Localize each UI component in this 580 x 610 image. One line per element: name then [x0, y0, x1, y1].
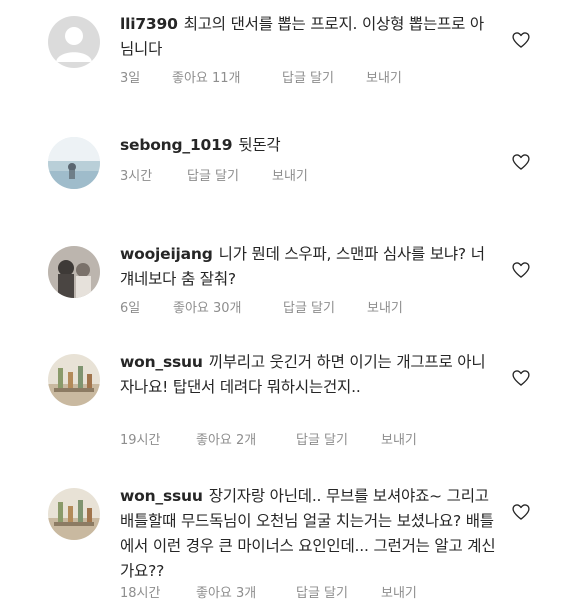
heart-icon[interactable]: [511, 368, 531, 388]
send-button[interactable]: 보내기: [366, 67, 402, 86]
comment-meta: 18시간 좋아요 3개 답글 달기 보내기: [120, 582, 417, 601]
comment-text: 뒷돈각: [238, 136, 281, 154]
send-button[interactable]: 보내기: [367, 297, 403, 316]
reply-button[interactable]: 답글 달기: [296, 429, 381, 448]
reply-button[interactable]: 답글 달기: [282, 67, 366, 86]
avatar[interactable]: [48, 488, 100, 540]
comment-meta: 19시간 좋아요 2개 답글 달기 보내기: [120, 429, 417, 448]
comment-time: 3시간: [120, 169, 153, 184]
heart-icon[interactable]: [511, 260, 531, 280]
cafe-photo-avatar-icon: [48, 354, 100, 406]
comment-username[interactable]: won_ssuu: [120, 487, 203, 505]
comment-text-block: won_ssuu 끼부리고 웃긴거 하면 이기는 개그프로 아니자나요! 탑댄서 …: [120, 350, 495, 400]
send-button[interactable]: 보내기: [381, 429, 417, 448]
comment-time: 6일: [120, 301, 141, 316]
send-button[interactable]: 보내기: [381, 582, 417, 601]
avatar[interactable]: [48, 246, 100, 298]
comment-likes[interactable]: 좋아요 30개: [173, 297, 283, 316]
comment-username[interactable]: sebong_1019: [120, 136, 233, 154]
send-button[interactable]: 보내기: [272, 165, 308, 184]
reply-button[interactable]: 답글 달기: [296, 582, 381, 601]
avatar[interactable]: [48, 354, 100, 406]
people-photo-avatar-icon: [48, 246, 100, 298]
comment-likes[interactable]: 좋아요 3개: [196, 582, 296, 601]
comment-meta: 6일 좋아요 30개 답글 달기 보내기: [120, 297, 403, 316]
comment-username[interactable]: lli7390: [120, 15, 178, 33]
comment-text-block: lli7390 최고의 댄서를 뽑는 프로지. 이상형 뽑는프로 아님니다: [120, 12, 495, 62]
comment-meta: 3일 좋아요 11개 답글 달기 보내기: [120, 67, 402, 86]
heart-icon[interactable]: [511, 152, 531, 172]
heart-icon[interactable]: [511, 30, 531, 50]
avatar[interactable]: [48, 16, 100, 68]
comment-likes[interactable]: 좋아요 2개: [196, 429, 296, 448]
comment-likes[interactable]: 좋아요 11개: [172, 67, 282, 86]
comment-text-block: sebong_1019 뒷돈각: [120, 133, 495, 158]
cafe-photo-avatar-icon: [48, 488, 100, 540]
avatar[interactable]: [48, 137, 100, 189]
default-avatar-icon: [48, 16, 100, 68]
comment-text-block: won_ssuu 장기자랑 아닌데.. 무브를 보셔야죠~ 그리고 배틀할때 무드…: [120, 484, 500, 584]
comment-meta: 3시간 답글 달기 보내기: [120, 165, 308, 184]
comment-time: 18시간: [120, 586, 161, 601]
heart-icon[interactable]: [511, 502, 531, 522]
reply-button[interactable]: 답글 달기: [187, 165, 272, 184]
comment-username[interactable]: won_ssuu: [120, 353, 203, 371]
reply-button[interactable]: 답글 달기: [283, 297, 367, 316]
comment-time: 3일: [120, 71, 141, 86]
comment-text-block: woojeijang 니가 뭔데 스우파, 스맨파 심사를 보냐? 너 걔네보다 …: [120, 242, 495, 292]
comment-username[interactable]: woojeijang: [120, 245, 213, 263]
sea-photo-avatar-icon: [48, 137, 100, 189]
comment-time: 19시간: [120, 433, 161, 448]
